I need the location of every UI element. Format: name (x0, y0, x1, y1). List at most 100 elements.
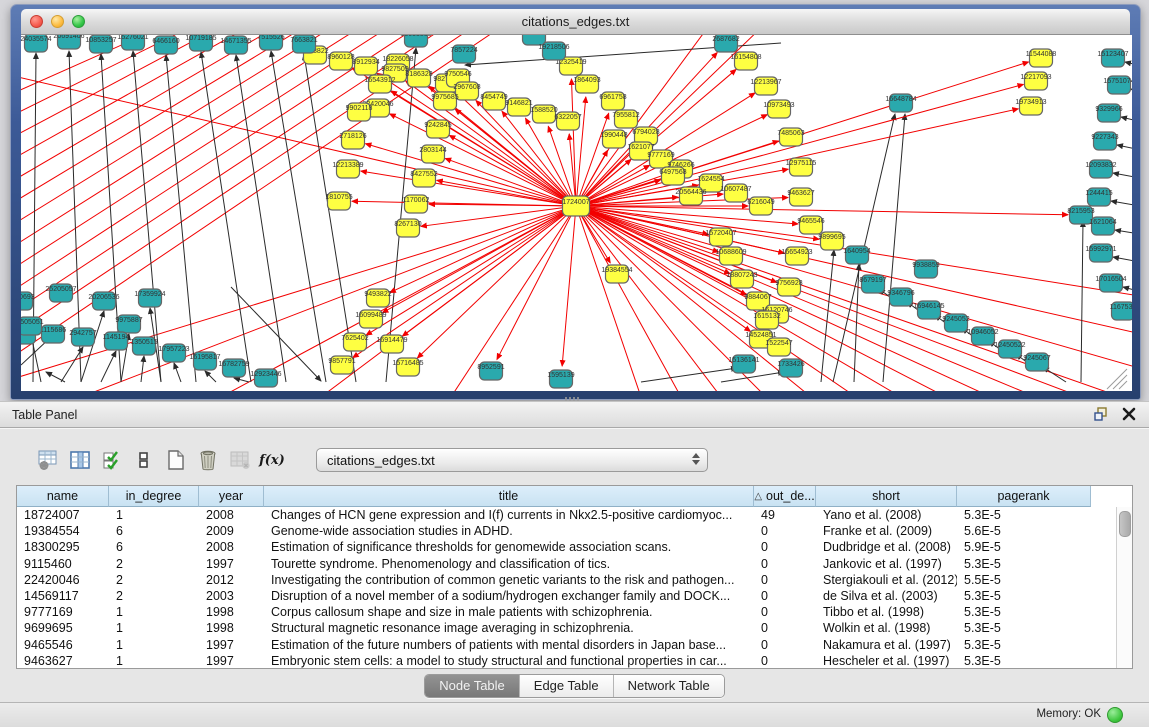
cell-in_degree[interactable]: 2 (109, 573, 199, 587)
float-panel-icon[interactable] (1093, 406, 1109, 422)
network-edge[interactable] (576, 206, 1132, 370)
network-node[interactable]: 9465546 (797, 216, 824, 234)
network-edge[interactable] (21, 35, 283, 183)
network-node[interactable]: 9463627 (787, 188, 814, 206)
network-node[interactable]: 10853257 (85, 35, 116, 53)
network-node[interactable]: 16543912 (364, 75, 395, 93)
network-edge[interactable] (417, 206, 576, 358)
select-columns-button[interactable] (68, 447, 92, 473)
network-node[interactable]: 24035574 (21, 35, 52, 52)
network-node[interactable]: 6216049 (747, 197, 774, 215)
table-row[interactable]: 969969511998Structural magnetic resonanc… (17, 620, 1132, 636)
tab-node-table[interactable]: Node Table (425, 675, 519, 697)
network-node[interactable]: 1350515 (130, 337, 157, 355)
network-node[interactable]: 19384554 (601, 265, 632, 283)
network-edge[interactable] (721, 372, 784, 382)
table-row[interactable]: 1938455462009Genome-wide association stu… (17, 523, 1132, 539)
network-node[interactable]: 1990448 (600, 130, 627, 148)
network-edge[interactable] (61, 347, 83, 382)
cell-short[interactable]: Nakamura et al. (1997) (816, 638, 957, 652)
cell-short[interactable]: Hescheler et al. (1997) (816, 654, 957, 668)
network-node[interactable]: 7955812 (612, 110, 639, 128)
column-header-out_de[interactable]: △out_de... (754, 486, 816, 507)
network-node[interactable]: 12213967 (750, 77, 781, 95)
network-node[interactable]: 1810755 (325, 192, 352, 210)
network-node[interactable]: 8267130 (394, 219, 421, 237)
network-node[interactable]: 12093832 (1085, 160, 1116, 178)
window-title-bar[interactable]: citations_edges.txt (21, 9, 1130, 35)
cell-title[interactable]: Tourette syndrome. Phenomenology and cla… (264, 557, 754, 571)
network-node[interactable]: 12975115 (786, 158, 817, 176)
network-node[interactable]: 1640954 (843, 246, 870, 264)
network-node[interactable]: 15716485 (392, 358, 423, 376)
cell-title[interactable]: Estimation of significance thresholds fo… (264, 540, 754, 554)
cell-pagerank[interactable]: 5.6E-5 (957, 524, 1091, 538)
cell-title[interactable]: Disruption of a novel member of a sodium… (264, 589, 754, 603)
cell-year[interactable]: 2003 (199, 589, 264, 603)
column-header-name[interactable]: name (17, 486, 109, 507)
network-node[interactable]: 16195817 (189, 352, 220, 370)
cell-title[interactable]: Changes of HCN gene expression and I(f) … (264, 508, 754, 522)
cell-in_degree[interactable]: 6 (109, 524, 199, 538)
network-edge[interactable] (1113, 173, 1132, 179)
column-header-short[interactable]: short (816, 486, 957, 507)
cell-title[interactable]: Structural magnetic resonance image aver… (264, 621, 754, 635)
network-node[interactable]: 1244415 (1085, 188, 1112, 206)
network-node[interactable]: 19734913 (1015, 97, 1046, 115)
network-node[interactable]: 9227343 (1091, 132, 1118, 150)
cell-pagerank[interactable]: 5.3E-5 (957, 621, 1091, 635)
cell-out_de[interactable]: 0 (754, 605, 816, 619)
cell-title[interactable]: Corpus callosum shape and size in male p… (264, 605, 754, 619)
table-selector-combobox[interactable]: citations_edges.txt (316, 448, 708, 472)
network-edge[interactable] (166, 55, 196, 382)
network-node[interactable]: 1864093 (573, 75, 600, 93)
cell-year[interactable]: 2009 (199, 524, 264, 538)
network-node[interactable]: 8454749 (480, 92, 507, 110)
network-node[interactable]: 6466160 (152, 36, 179, 54)
cell-name[interactable]: 9699695 (17, 621, 109, 635)
network-node[interactable]: 1733426 (777, 359, 804, 377)
cell-name[interactable]: 19384554 (17, 524, 109, 538)
cell-year[interactable]: 2012 (199, 573, 264, 587)
network-node[interactable]: 10719185 (185, 35, 216, 51)
network-node[interactable]: 17957223 (158, 344, 189, 362)
table-row[interactable]: 1456911722003Disruption of a novel membe… (17, 588, 1132, 604)
network-node[interactable]: 15276021 (117, 35, 148, 50)
network-edge[interactable] (271, 51, 326, 382)
network-node[interactable]: 15720407 (705, 228, 736, 246)
column-header-title[interactable]: title (264, 486, 754, 507)
create-column-button[interactable] (164, 447, 188, 473)
network-node[interactable]: 9493822 (364, 289, 391, 307)
network-node[interactable]: 9902118 (346, 103, 373, 121)
network-node[interactable]: 12213389 (332, 160, 363, 178)
network-node[interactable]: 20564436 (675, 187, 706, 205)
network-node[interactable]: 7857224 (450, 45, 477, 63)
network-node[interactable]: 8427552 (410, 169, 437, 187)
network-edge[interactable] (390, 114, 576, 206)
cell-name[interactable]: 22420046 (17, 573, 109, 587)
cell-in_degree[interactable]: 1 (109, 621, 199, 635)
cell-year[interactable]: 1998 (199, 621, 264, 635)
table-settings-button[interactable] (36, 447, 60, 473)
cell-pagerank[interactable]: 5.3E-5 (957, 654, 1091, 668)
table-row[interactable]: 1830029562008Estimation of significance … (17, 539, 1132, 555)
close-panel-icon[interactable] (1121, 406, 1137, 422)
network-edge[interactable] (1121, 117, 1132, 123)
cell-short[interactable]: Dudbridge et al. (2008) (816, 540, 957, 554)
network-node[interactable]: 1621064 (1089, 217, 1116, 235)
network-node[interactable]: 2687682 (712, 35, 739, 52)
network-node[interactable]: 9242845 (424, 120, 451, 138)
cell-title[interactable]: Embryonic stem cells: a model to study s… (264, 654, 754, 668)
cell-short[interactable]: Franke et al. (2009) (816, 524, 957, 538)
network-node[interactable]: 6322057 (554, 112, 581, 130)
table-row[interactable]: 977716911998Corpus callosum shape and si… (17, 604, 1132, 620)
network-node[interactable]: 9938859 (912, 260, 939, 278)
column-header-year[interactable]: year (199, 486, 264, 507)
cell-out_de[interactable]: 0 (754, 654, 816, 668)
network-node[interactable]: 11544088 (1026, 49, 1057, 67)
table-row[interactable]: 1872400712008Changes of HCN gene express… (17, 507, 1132, 523)
cell-name[interactable]: 18300295 (17, 540, 109, 554)
network-node[interactable]: 20691406 (53, 35, 84, 49)
network-edge[interactable] (174, 363, 181, 382)
network-node[interactable]: 1145194 (103, 332, 130, 350)
